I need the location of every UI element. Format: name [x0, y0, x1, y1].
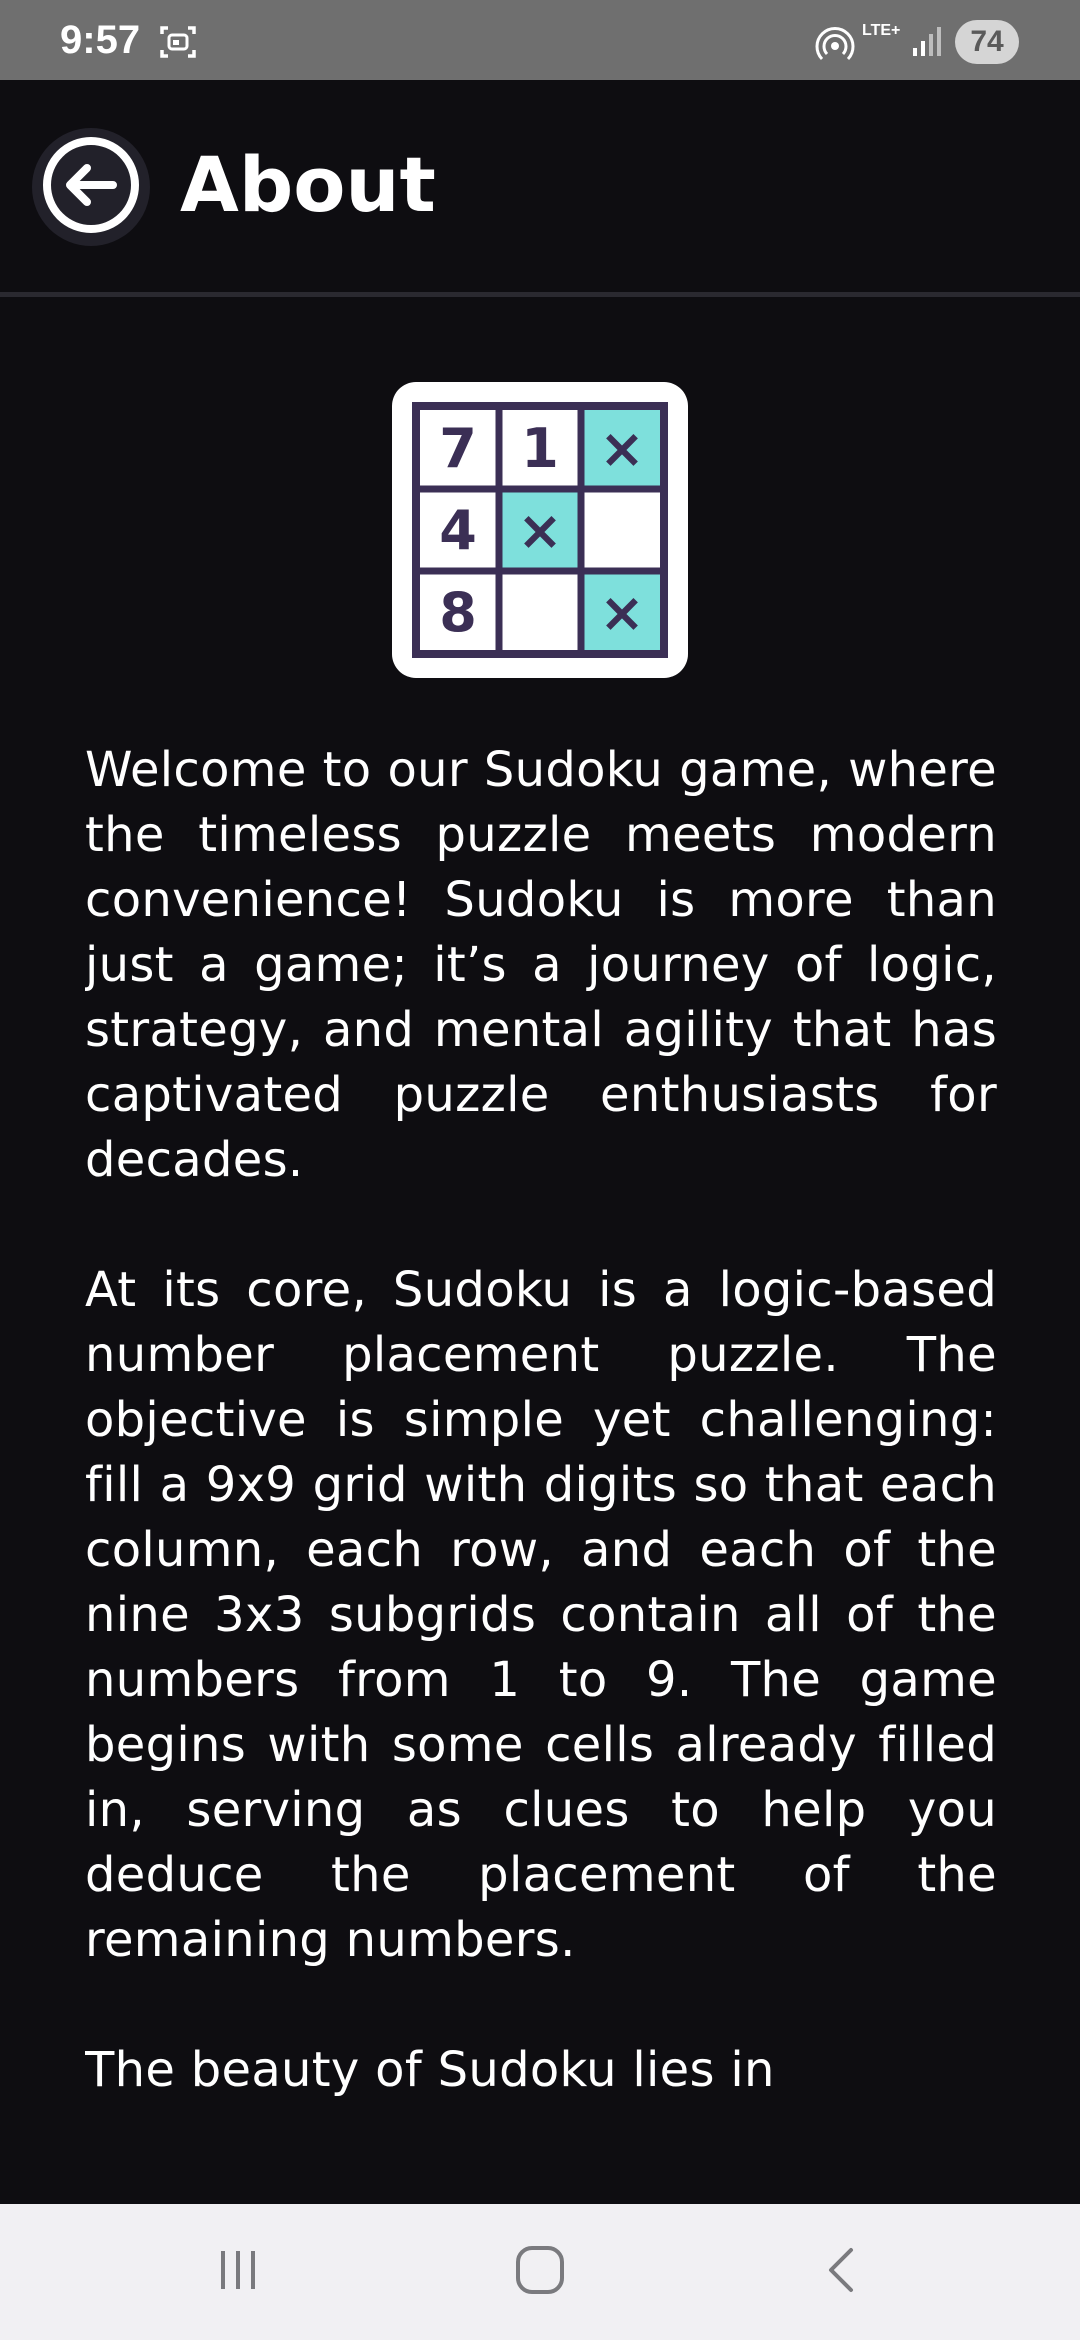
- recent-apps-icon: [213, 2245, 263, 2299]
- home-button[interactable]: [480, 2232, 600, 2312]
- home-icon: [512, 2242, 568, 2302]
- signal-icon: [910, 24, 946, 60]
- logo-cell-9: ×: [599, 581, 644, 644]
- screenshot-icon: [158, 22, 198, 62]
- sudoku-logo: 7 1 × 4 × 8 ×: [392, 382, 688, 678]
- nav-back-button[interactable]: [782, 2232, 902, 2312]
- logo-cell-2: 1: [521, 417, 559, 480]
- about-paragraph-1: Welcome to our Sudoku game, where the ti…: [85, 742, 997, 1188]
- page-title: About: [180, 140, 436, 229]
- back-button[interactable]: [32, 128, 150, 246]
- about-paragraph-2: At its core, Sudoku is a logic-based num…: [85, 1262, 997, 1968]
- app-header: About: [0, 80, 1080, 294]
- logo-cell-7: 8: [439, 581, 477, 644]
- arrow-left-circle-icon: [41, 135, 141, 239]
- logo-cell-1: 7: [439, 417, 477, 480]
- hotspot-icon: [815, 26, 855, 66]
- network-type: LTE+: [862, 22, 901, 39]
- battery-indicator: 74: [955, 20, 1019, 64]
- recent-apps-button[interactable]: [178, 2232, 298, 2312]
- about-content[interactable]: Welcome to our Sudoku game, where the ti…: [85, 738, 997, 2204]
- status-time: 9:57: [60, 18, 141, 62]
- header-divider: [0, 292, 1080, 297]
- chevron-left-icon: [817, 2245, 867, 2299]
- logo-cell-4: 4: [439, 499, 477, 562]
- status-bar: 9:57 LTE+ 74: [0, 0, 1080, 80]
- logo-cell-3: ×: [599, 417, 644, 480]
- logo-cell-5: ×: [517, 499, 562, 562]
- system-nav-bar: [0, 2204, 1080, 2340]
- about-paragraph-3: The beauty of Sudoku lies in: [85, 2042, 775, 2098]
